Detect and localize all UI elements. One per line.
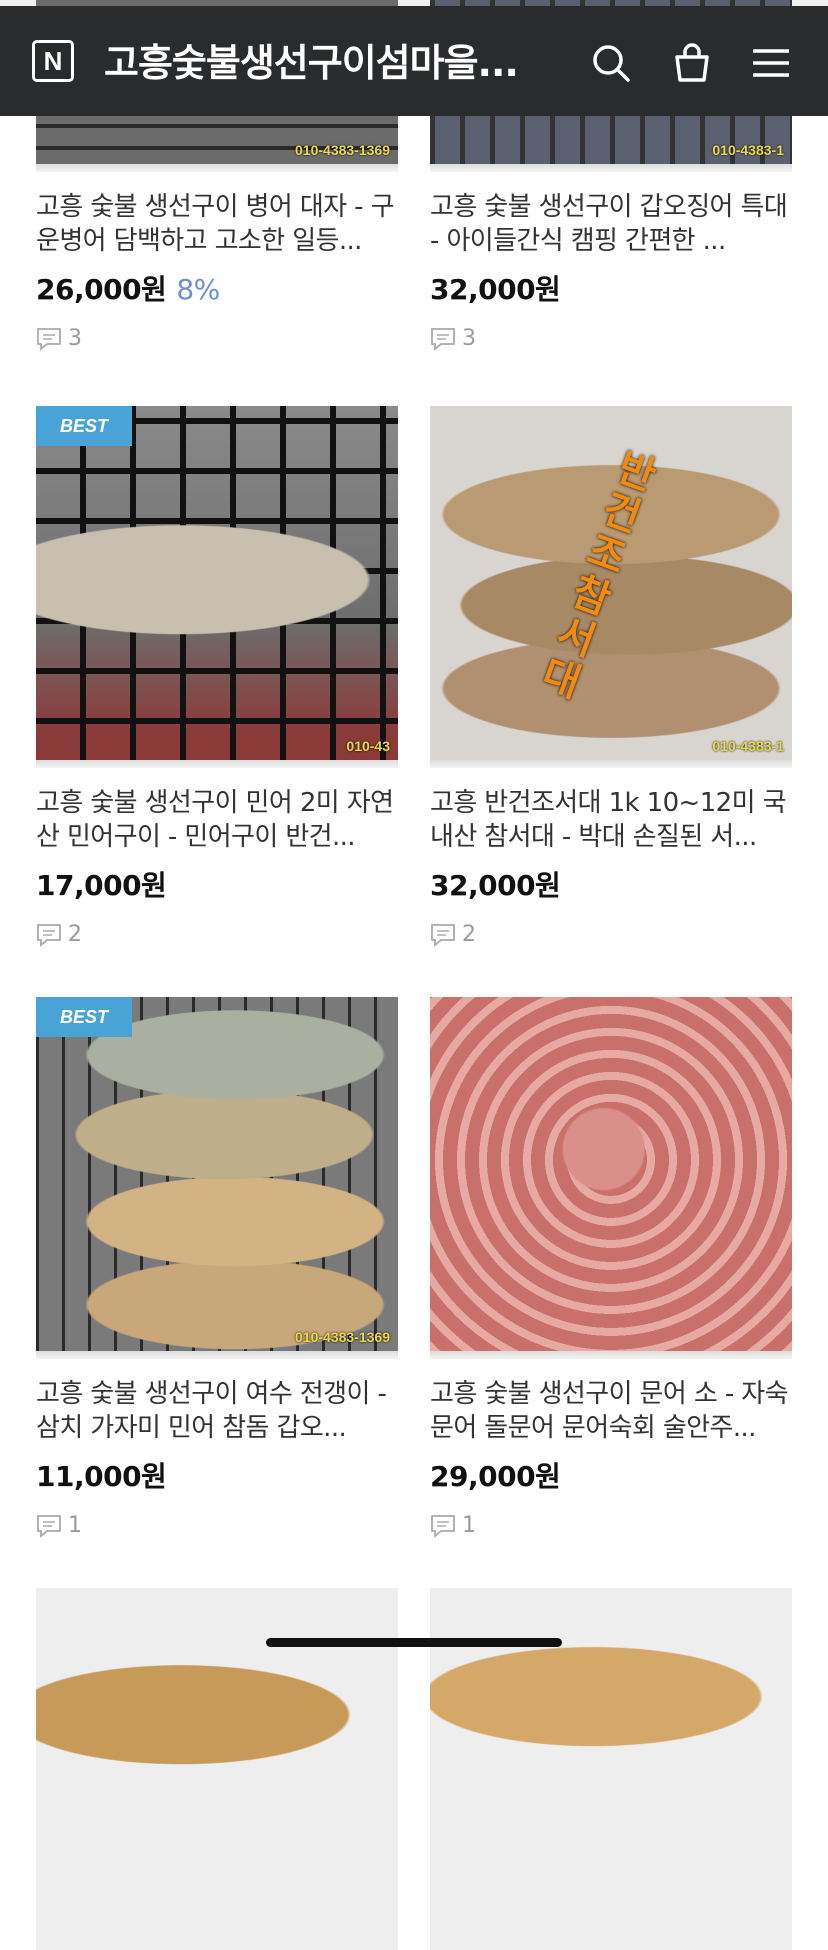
review-count-value: 3 [68,326,82,351]
naver-logo-icon[interactable]: N [32,40,74,82]
price-value: 32,000원 [430,869,561,902]
product-price: 11,000원 [36,1455,398,1495]
review-count-value: 2 [68,922,82,947]
review-count-value: 1 [68,1513,82,1538]
price-value: 11,000원 [36,1460,167,1493]
price-value: 29,000원 [430,1460,561,1493]
comment-icon [37,923,61,947]
discount-rate: 8% [176,273,220,306]
product-title[interactable]: 고흥 숯불 생선구이 여수 전갱이 - 삼치 가자미 민어 참돔 갑오... [36,1377,398,1445]
store-title[interactable]: 고흥숯불생선구이섬마을... [104,39,554,87]
best-badge: BEST [36,406,132,446]
phone-watermark: 010-4383-1369 [295,1329,390,1345]
product-price: 29,000원 [430,1455,792,1495]
comment-icon [431,1514,455,1538]
home-indicator [266,1638,562,1647]
product-image[interactable] [430,997,792,1359]
review-count-value: 1 [462,1513,476,1538]
phone-watermark: 010-4383-1369 [295,142,390,158]
product-price: 26,000원 8% [36,268,398,308]
product-price: 32,000원 [430,268,792,308]
price-value: 32,000원 [430,273,561,306]
product-image[interactable]: BEST 010-4383-1369 [36,997,398,1359]
review-count: 1 [36,1513,398,1538]
review-count: 3 [36,326,398,351]
product-card[interactable]: 반건조참서대 010-4383-1 고흥 반건조서대 1k 10~12미 국내산… [430,406,792,947]
image-text: 반건조참서대 [536,444,662,708]
review-count: 2 [36,922,398,947]
product-card[interactable]: 고흥 숯불 생선구이 문어 소 - 자숙문어 돌문어 문어숙회 술안주... 2… [430,997,792,1538]
price-value: 17,000원 [36,869,167,902]
comment-icon [37,327,61,351]
product-card[interactable]: BEST 010-43 고흥 숯불 생선구이 민어 2미 자연산 민어구이 - … [36,406,398,947]
store-header: N 고흥숯불생선구이섬마을... [0,6,828,116]
search-icon[interactable] [590,42,632,84]
product-image[interactable]: BEST 010-43 [36,406,398,768]
best-badge: BEST [36,997,132,1037]
product-price: 17,000원 [36,864,398,904]
product-title[interactable]: 고흥 숯불 생선구이 민어 2미 자연산 민어구이 - 민어구이 반건... [36,786,398,854]
comment-icon [431,923,455,947]
review-count-value: 2 [462,922,476,947]
comment-icon [37,1514,61,1538]
review-count: 1 [430,1513,792,1538]
review-count-value: 3 [462,326,476,351]
product-title[interactable]: 고흥 숯불 생선구이 갑오징어 특대 - 아이들간식 캠핑 간편한 ... [430,190,792,258]
shopping-bag-icon[interactable] [671,42,713,84]
review-count: 3 [430,326,792,351]
phone-watermark: 010-4383-1 [712,738,784,754]
price-value: 26,000원 [36,273,167,306]
review-count: 2 [430,922,792,947]
product-card[interactable]: BEST 010-4383-1369 고흥 숯불 생선구이 여수 전갱이 - 삼… [36,997,398,1538]
phone-watermark: 010-4383-1 [712,142,784,158]
product-title[interactable]: 고흥 숯불 생선구이 문어 소 - 자숙문어 돌문어 문어숙회 술안주... [430,1377,792,1445]
product-title[interactable]: 고흥 숯불 생선구이 병어 대자 - 구운병어 담백하고 고소한 일등... [36,190,398,258]
product-price: 32,000원 [430,864,792,904]
comment-icon [431,327,455,351]
phone-watermark: 010-43 [346,738,390,754]
product-grid: 010-4383-1369 고흥 숯불 생선구이 병어 대자 - 구운병어 담백… [0,0,828,1950]
product-title[interactable]: 고흥 반건조서대 1k 10~12미 국내산 참서대 - 박대 손질된 서... [430,786,792,854]
hamburger-menu-icon[interactable] [750,42,792,84]
product-image[interactable]: 반건조참서대 010-4383-1 [430,406,792,768]
